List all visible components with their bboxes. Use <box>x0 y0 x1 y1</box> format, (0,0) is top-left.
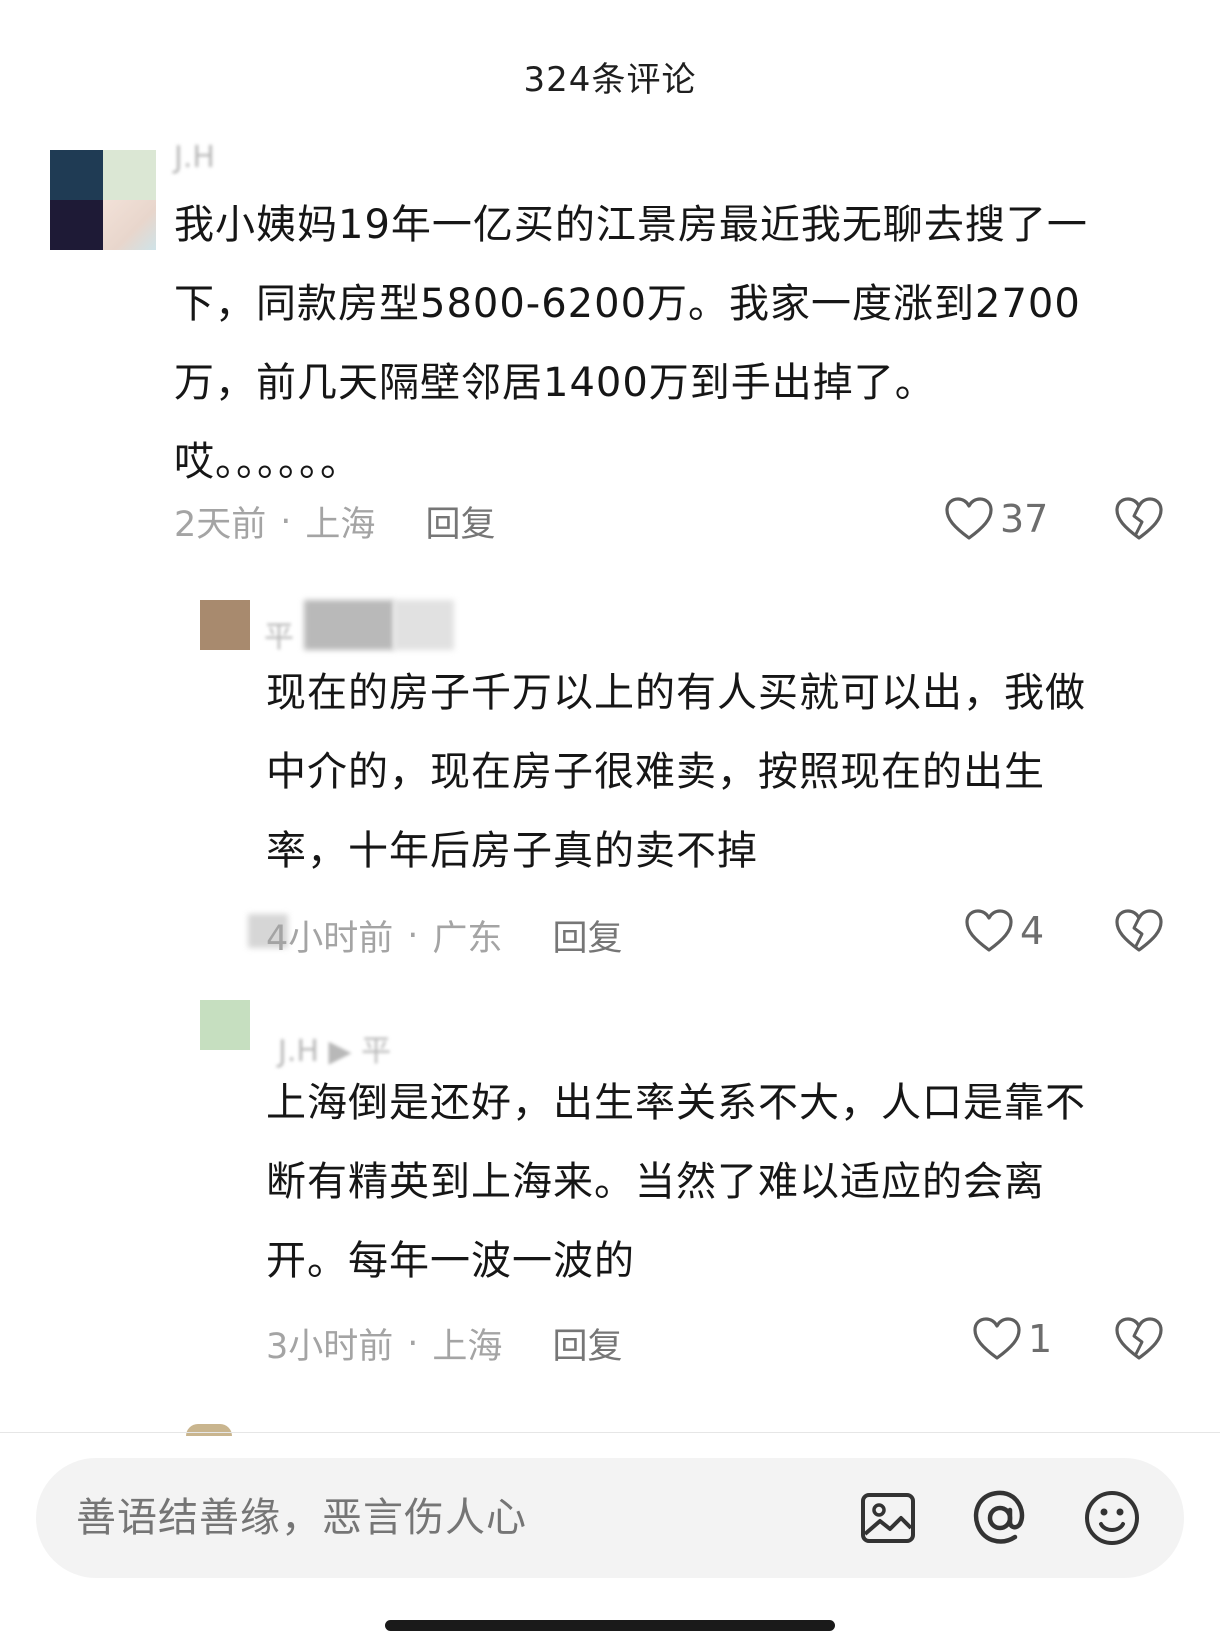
avatar[interactable] <box>186 1424 232 1436</box>
comment-location: 上海 <box>305 505 376 545</box>
meta-separator: · <box>407 915 419 956</box>
redacted-name-block <box>394 600 454 650</box>
broken-heart-icon[interactable] <box>1114 908 1164 954</box>
avatar[interactable] <box>50 150 156 250</box>
image-icon[interactable] <box>858 1488 918 1548</box>
like-count: 4 <box>1020 909 1045 953</box>
comment-username[interactable]: J.H <box>174 140 215 175</box>
like-count: 37 <box>1000 497 1049 541</box>
meta-separator: · <box>280 501 292 542</box>
input-divider <box>0 1432 1220 1433</box>
reply-button[interactable]: 回复 <box>552 1318 622 1369</box>
comment-input-bar <box>36 1458 1184 1578</box>
like-button[interactable]: 4 <box>964 908 1044 954</box>
comment-username[interactable]: 平 <box>264 612 294 656</box>
reply-button[interactable]: 回复 <box>552 910 622 961</box>
broken-heart-icon[interactable] <box>1114 496 1164 542</box>
redacted-name-block <box>304 600 394 650</box>
heart-icon <box>965 909 1013 952</box>
comment-text: 现在的房子千万以上的有人买就可以出，我做 中介的，现在房子很难卖，按照现在的出生… <box>266 670 1086 874</box>
home-indicator <box>385 1620 835 1631</box>
avatar[interactable] <box>200 600 250 650</box>
comment-text: 我小姨妈19年一亿买的江景房最近我无聊去搜了一 下，同款房型5800-6200万… <box>174 202 1088 485</box>
like-count: 1 <box>1028 1317 1053 1361</box>
comment-time: 4小时前 <box>266 919 394 959</box>
comment-meta: 2天前 · 上海 回复 <box>174 496 495 547</box>
comment-input[interactable] <box>74 1494 838 1542</box>
at-icon[interactable] <box>970 1488 1030 1548</box>
like-button[interactable]: 37 <box>944 496 1048 542</box>
avatar[interactable] <box>200 1000 250 1050</box>
comment-location: 上海 <box>432 1327 503 1367</box>
reply-button[interactable]: 回复 <box>425 496 495 547</box>
broken-heart-icon[interactable] <box>1114 1316 1164 1362</box>
comments-count-title: 324条评论 <box>523 60 697 100</box>
heart-icon <box>973 1317 1021 1360</box>
comment-time: 2天前 <box>174 505 267 545</box>
meta-separator: · <box>407 1323 419 1364</box>
comment-location: 广东 <box>432 919 503 959</box>
emoji-icon[interactable] <box>1082 1488 1142 1548</box>
comment-time: 3小时前 <box>266 1327 394 1367</box>
comment-text: 上海倒是还好，出生率关系不大，人口是靠不 断有精英到上海来。当然了难以适应的会离… <box>266 1080 1086 1284</box>
comment-meta: 4小时前 · 广东 回复 <box>266 910 622 961</box>
heart-icon <box>945 497 993 540</box>
like-button[interactable]: 1 <box>972 1316 1052 1362</box>
comment-meta: 3小时前 · 上海 回复 <box>266 1318 622 1369</box>
